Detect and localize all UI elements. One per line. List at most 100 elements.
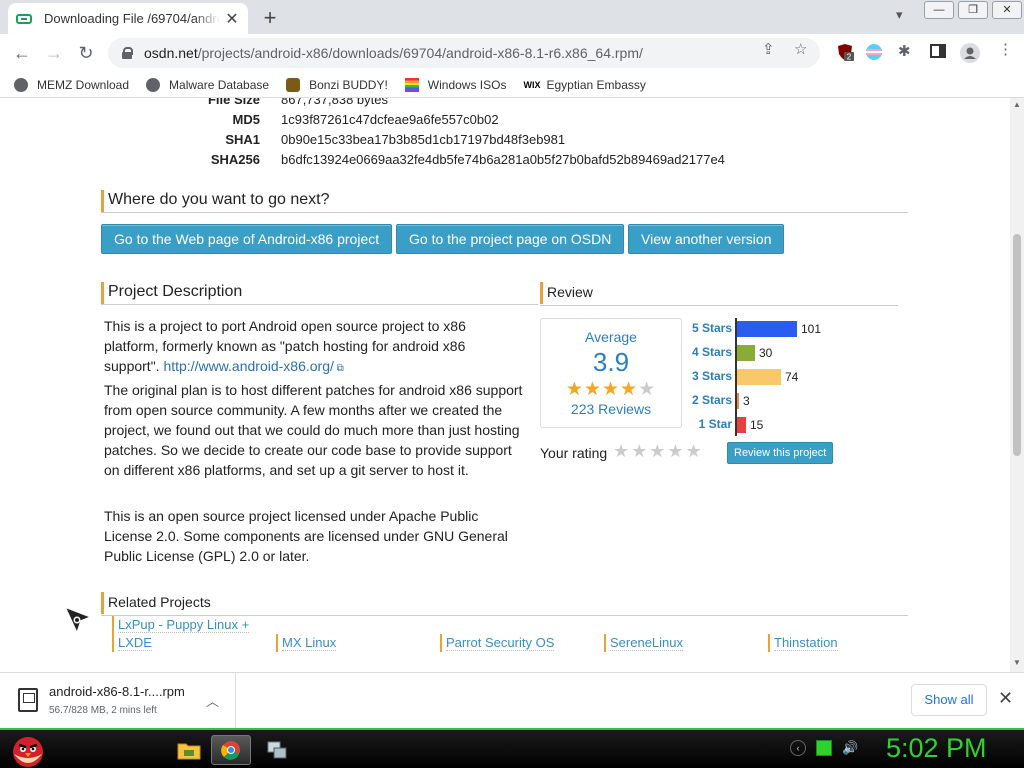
minimize-button[interactable]: — xyxy=(924,1,954,19)
window-controls: — ❐ ✕ xyxy=(922,0,1024,20)
download-file-name: android-x86-8.1-r....rpm xyxy=(49,684,185,699)
review-this-project-button[interactable]: Review this project xyxy=(727,442,834,464)
active-tab[interactable]: Downloading File /69704/android-x86-8.1-… xyxy=(8,3,248,34)
external-link-icon: ⧉ xyxy=(333,363,344,374)
show-all-button[interactable]: Show all xyxy=(911,684,987,716)
android-x86-link[interactable]: http://www.android-x86.org/ xyxy=(163,358,333,374)
new-tab-icon[interactable]: + xyxy=(258,5,282,31)
restore-button[interactable]: ❐ xyxy=(958,1,988,19)
reload-icon[interactable]: ↻ xyxy=(73,40,99,66)
page-scrollbar[interactable]: ▲ ▼ xyxy=(1010,98,1024,672)
related-project-parrot[interactable]: Parrot Security OS xyxy=(440,634,580,652)
scrollbar-thumb[interactable] xyxy=(1013,234,1021,456)
chevron-up-icon[interactable]: ︿ xyxy=(206,691,219,710)
tab-title: Downloading File /69704/android-x86-8.1-… xyxy=(44,11,220,26)
ublock-extension-icon[interactable]: 2 xyxy=(836,43,854,62)
rating-count: 15 xyxy=(750,418,764,432)
star-filled-icon: ★ xyxy=(620,379,639,400)
side-panel-icon[interactable] xyxy=(930,43,948,61)
tab-strip: Downloading File /69704/android-x86-8.1-… xyxy=(0,0,1024,34)
average-value: 3.9 xyxy=(592,347,630,377)
divider xyxy=(101,212,908,213)
share-icon[interactable]: ⇪ xyxy=(762,40,775,58)
extension-badge: 2 xyxy=(847,53,852,62)
related-project-serenelinux[interactable]: SereneLinux xyxy=(604,634,744,652)
osdn-project-page-button[interactable]: Go to the project page on OSDN xyxy=(396,224,625,254)
review-heading: Review xyxy=(540,282,593,304)
star-filled-icon: ★ xyxy=(601,379,621,400)
rating-label[interactable]: 4 Stars xyxy=(686,345,732,359)
browser-toolbar: ← → ↻ osdn.net/projects/android-x86/down… xyxy=(0,34,1024,72)
rating-label[interactable]: 3 Stars xyxy=(686,369,732,383)
your-rating-stars[interactable]: ★★★★★ xyxy=(613,441,704,462)
lock-icon[interactable] xyxy=(122,47,133,59)
download-bar: android-x86-8.1-r....rpm 56.7/828 MB, 2 … xyxy=(0,672,1024,729)
system-tray: ‹ 🔊 xyxy=(790,740,858,756)
related-project-mx-linux[interactable]: MX Linux xyxy=(276,634,416,652)
wix-icon: WIX xyxy=(523,79,541,90)
reviews-count[interactable]: 223 Reviews xyxy=(541,401,681,417)
average-stars: ★★★★★ xyxy=(541,378,681,401)
taskbar: ‹ 🔊 5:02 PM xyxy=(0,728,1024,768)
rating-bar xyxy=(737,345,755,361)
rating-count: 101 xyxy=(801,322,822,336)
bookmark-windows-isos[interactable]: Windows ISOs xyxy=(404,77,506,92)
bookmarks-bar: MEMZ Download Malware Database Bonzi BUD… xyxy=(0,72,1024,98)
view-another-version-button[interactable]: View another version xyxy=(628,224,785,254)
bookmark-star-icon[interactable]: ☆ xyxy=(794,40,807,58)
globe-icon xyxy=(14,77,28,92)
project-web-page-button[interactable]: Go to the Web page of Android-x86 projec… xyxy=(101,224,393,254)
forward-arrow-icon[interactable]: → xyxy=(41,40,67,66)
volume-icon[interactable]: 🔊 xyxy=(842,740,858,756)
rating-bar xyxy=(737,417,746,433)
bookmark-egyptian-embassy[interactable]: WIX Egyptian Embassy xyxy=(523,78,645,92)
tab-search-icon[interactable]: ▾ xyxy=(896,7,903,23)
tab-close-icon[interactable]: ✕ xyxy=(224,9,240,29)
chrome-icon[interactable] xyxy=(211,735,251,765)
back-arrow-icon[interactable]: ← xyxy=(9,40,35,66)
star-filled-icon: ★ xyxy=(583,379,602,400)
network-tray-icon[interactable] xyxy=(816,740,832,756)
back-tray-icon[interactable]: ‹ xyxy=(790,740,806,756)
download-item[interactable]: android-x86-8.1-r....rpm 56.7/828 MB, 2 … xyxy=(0,673,236,729)
osdn-favicon-icon xyxy=(16,13,32,24)
scroll-down-icon[interactable]: ▼ xyxy=(1013,658,1021,667)
bookmark-malware-database[interactable]: Malware Database xyxy=(146,77,269,92)
folder-icon[interactable] xyxy=(174,735,204,765)
flag-extension-icon[interactable] xyxy=(865,43,883,61)
angry-bird-start-icon[interactable] xyxy=(8,732,48,768)
clock[interactable]: 5:02 PM xyxy=(886,733,987,764)
where-next-heading: Where do you want to go next? xyxy=(101,190,329,212)
bookmark-memz[interactable]: MEMZ Download xyxy=(14,77,129,92)
page-content: File Size 867,737,838 bytes MD5 1c93f872… xyxy=(0,98,1010,672)
bookmark-bonzi-buddy[interactable]: Bonzi BUDDY! xyxy=(286,77,388,92)
rating-label[interactable]: 2 Stars xyxy=(686,393,732,407)
mouse-cursor-icon xyxy=(63,605,93,635)
address-bar[interactable]: osdn.net/projects/android-x86/downloads/… xyxy=(108,38,820,68)
related-project-thinstation[interactable]: Thinstation xyxy=(768,634,908,652)
profile-avatar-icon[interactable] xyxy=(960,43,980,63)
rating-label[interactable]: 1 Star xyxy=(686,417,732,431)
average-label: Average xyxy=(585,329,637,345)
rating-bar xyxy=(737,369,781,385)
kebab-menu-icon[interactable]: ⋮ xyxy=(998,40,1013,58)
rating-bar xyxy=(737,393,739,409)
bonzi-icon xyxy=(286,77,301,92)
related-projects-heading: Related Projects xyxy=(101,592,211,614)
download-status: 56.7/828 MB, 2 mins left xyxy=(49,705,157,716)
rating-count: 3 xyxy=(743,394,750,408)
rating-axis xyxy=(735,318,737,436)
star-filled-icon: ★ xyxy=(565,379,584,400)
average-rating-box: Average 3.9 ★★★★★ 223 Reviews xyxy=(540,318,682,428)
close-download-bar-icon[interactable]: ✕ xyxy=(998,688,1013,709)
your-rating-label: Your rating xyxy=(540,445,608,461)
scroll-up-icon[interactable]: ▲ xyxy=(1013,100,1021,109)
rating-label[interactable]: 5 Stars xyxy=(686,321,732,335)
rating-count: 30 xyxy=(759,346,773,360)
related-project-lxpup[interactable]: LxPup - Puppy Linux + LXDE xyxy=(112,616,252,652)
extensions-puzzle-icon[interactable]: ✱ xyxy=(898,42,911,60)
network-icon[interactable] xyxy=(262,735,292,765)
description-paragraph-3: This is an open source project licensed … xyxy=(104,508,508,564)
close-window-button[interactable]: ✕ xyxy=(992,1,1022,19)
url-path: /projects/android-x86/downloads/69704/an… xyxy=(197,45,643,61)
